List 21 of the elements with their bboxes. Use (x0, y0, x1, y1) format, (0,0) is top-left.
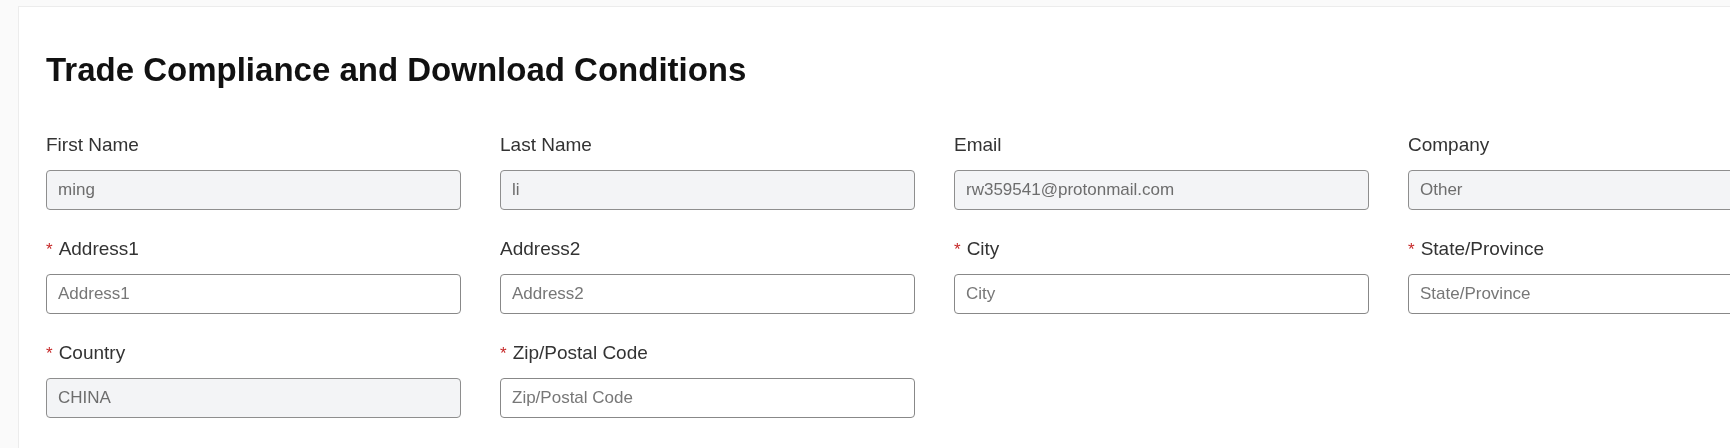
input-field[interactable]: Zip/Postal Code (500, 378, 915, 418)
field-label: Email (954, 134, 1002, 156)
required-mark: * (46, 240, 53, 260)
field-label: Company (1408, 134, 1490, 156)
required-mark: * (1408, 240, 1415, 260)
input-field[interactable]: Address2 (500, 274, 915, 314)
required-mark: * (954, 240, 961, 260)
required-mark: * (500, 344, 507, 364)
field-label: Zip/Postal Code (512, 342, 648, 364)
form-title: Trade Compliance and Download Conditions (46, 53, 748, 86)
input-field[interactable]: City (954, 274, 1369, 314)
field-label: City (966, 238, 1000, 260)
field-label: Country (58, 342, 126, 364)
field-label: State/Province (1420, 238, 1545, 260)
field-label: Address2 (500, 238, 581, 260)
input-field[interactable]: State/Province (1408, 274, 1730, 314)
required-mark: * (46, 344, 53, 364)
field-label: Last Name (500, 134, 592, 156)
field-label: Address1 (58, 238, 139, 260)
field-label: First Name (46, 134, 139, 156)
input-field[interactable]: Address1 (46, 274, 461, 314)
